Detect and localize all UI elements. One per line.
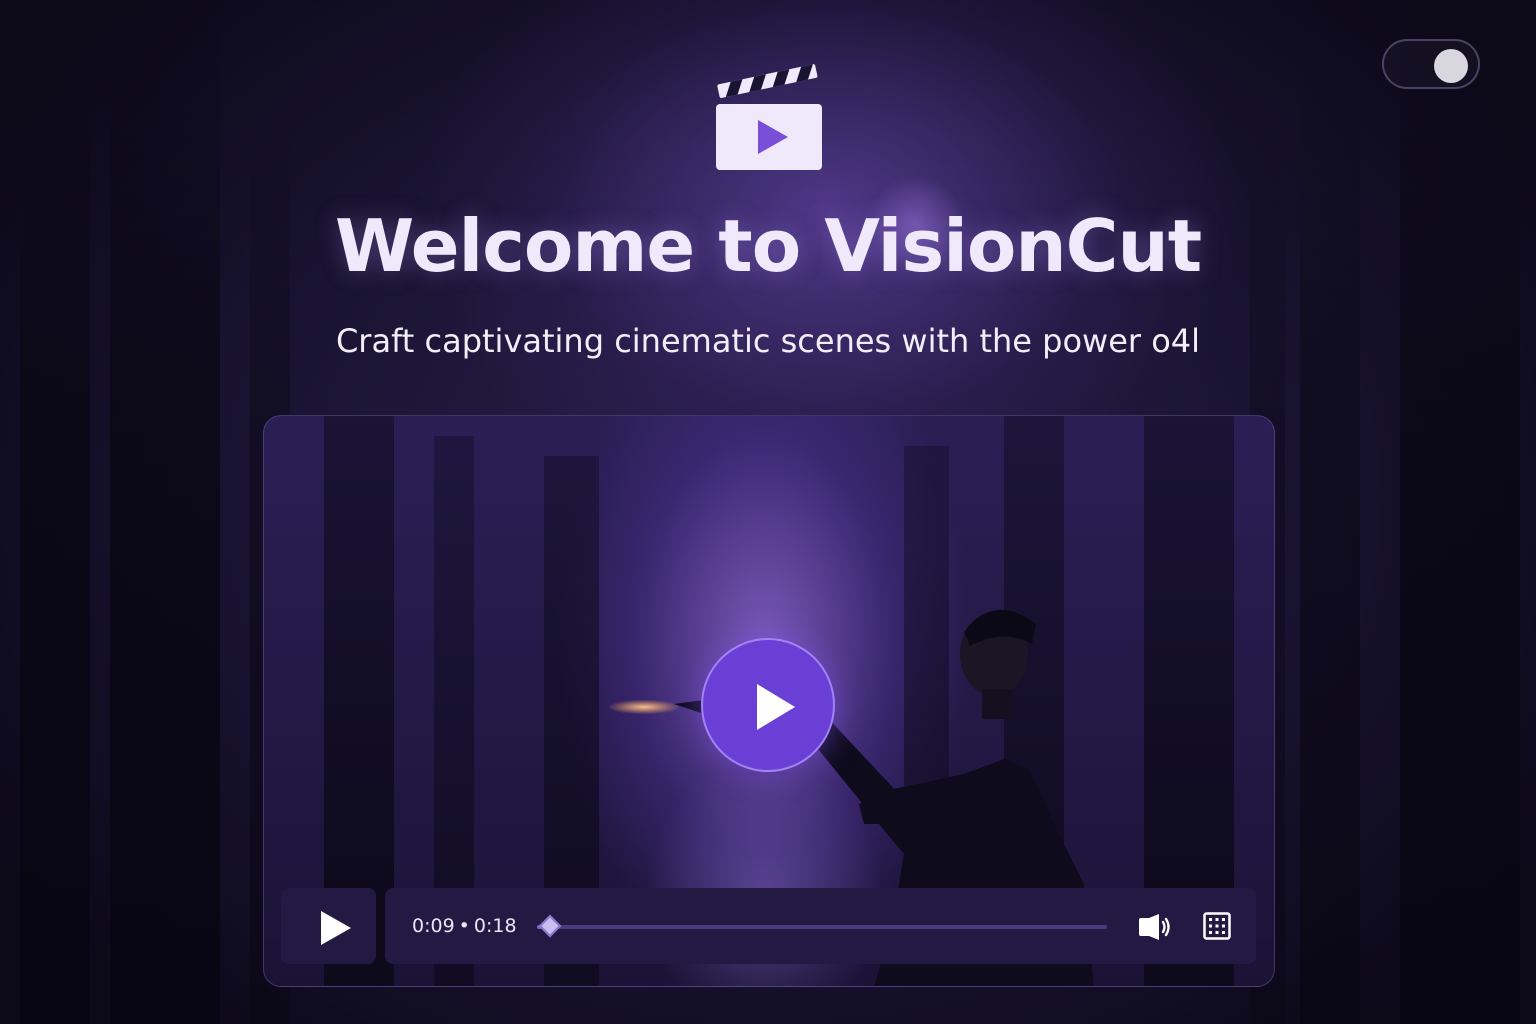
video-player[interactable]: 0:09 • 0:18 [263,415,1275,987]
time-separator: • [458,915,470,937]
toggle-knob[interactable] [1434,49,1468,83]
time-display: 0:09 • 0:18 [412,915,517,937]
speaker-icon [1139,914,1170,940]
volume-button[interactable] [1137,912,1171,942]
clapperboard-play-icon [712,62,824,172]
grid-screen-icon [1203,912,1231,940]
seek-handle[interactable] [539,914,562,938]
page-title: Welcome to VisionCut [334,204,1202,288]
play-button[interactable] [281,888,376,964]
play-icon [321,911,351,945]
duration: 0:18 [473,915,517,937]
current-time: 0:09 [412,915,455,937]
fullscreen-button[interactable] [1203,912,1231,940]
welcome-page: Welcome to VisionCut Craft captivating c… [0,0,1536,1024]
control-bar: 0:09 • 0:18 [385,888,1256,964]
big-play-button[interactable] [701,638,835,772]
seek-bar[interactable] [537,914,1107,938]
theme-toggle[interactable] [1382,39,1480,89]
page-subtitle: Craft captivating cinematic scenes with … [335,322,1201,360]
play-icon [757,684,795,730]
